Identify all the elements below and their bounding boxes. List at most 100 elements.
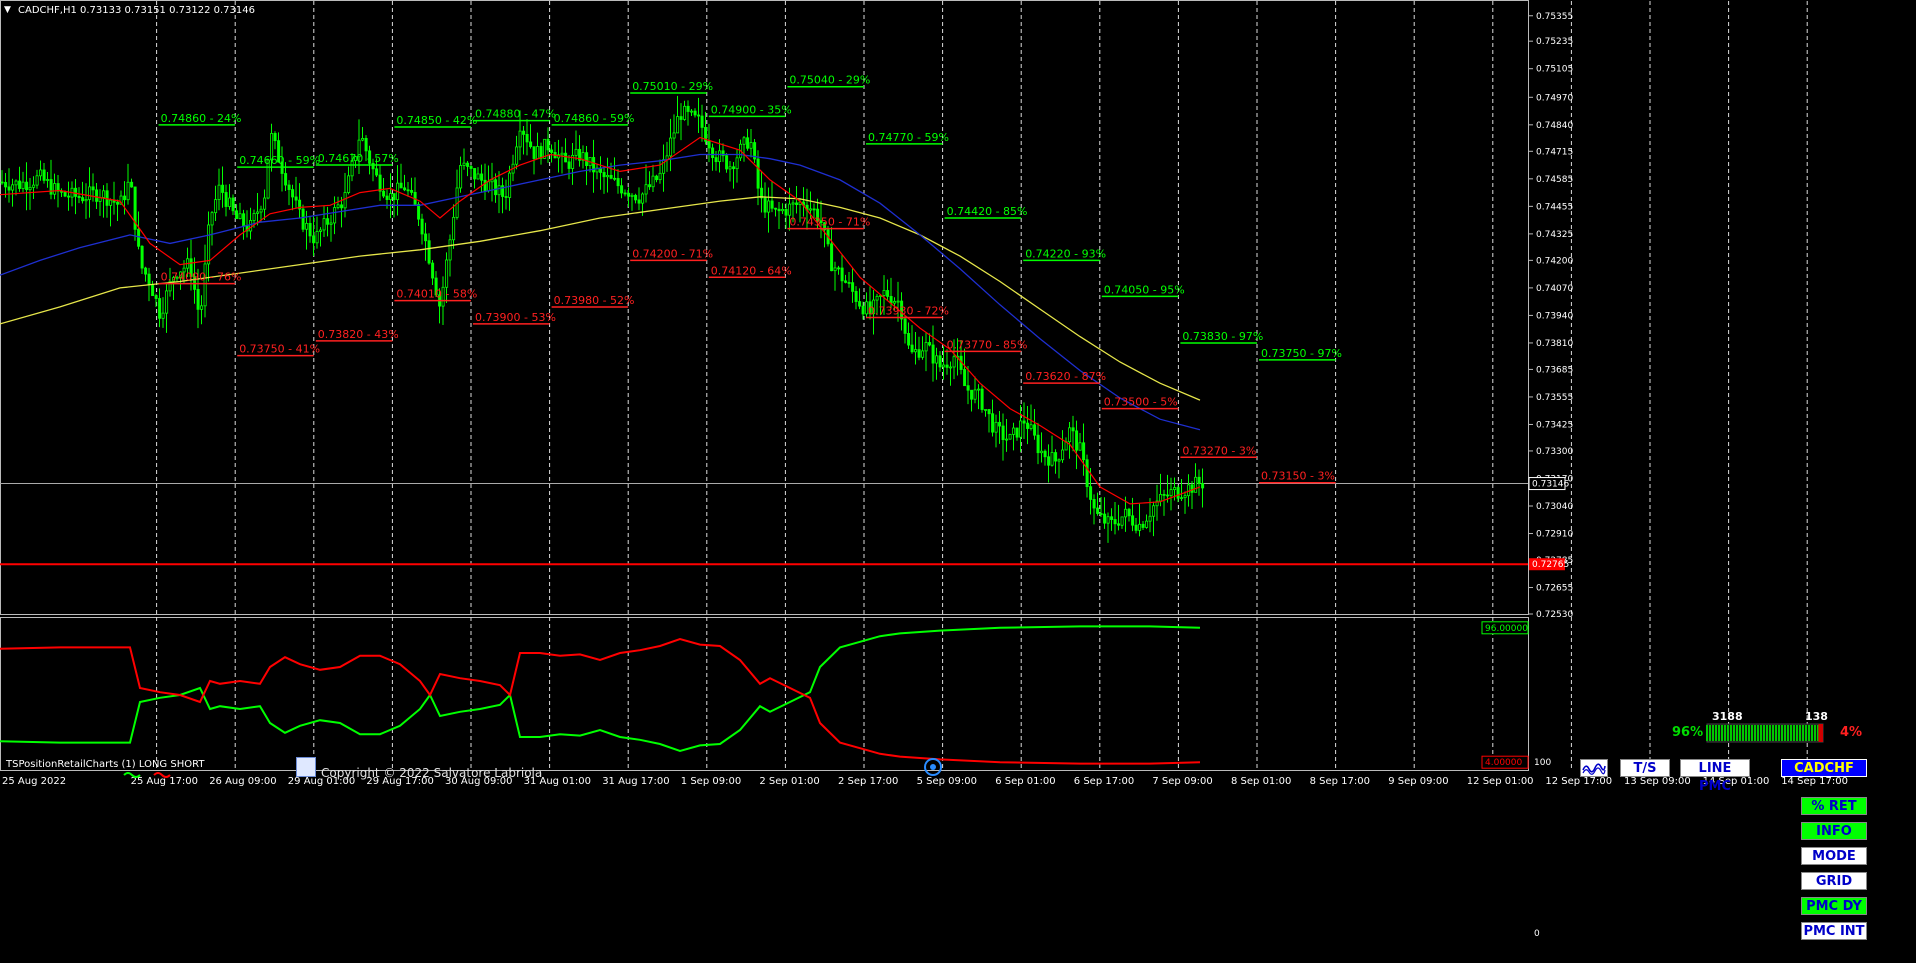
pmc-dy-button[interactable]: PMC DY: [1801, 897, 1867, 915]
time-label: 2 Sep 01:00: [759, 776, 819, 787]
level-green-label: 0.74860 - 24%: [161, 112, 242, 125]
candle-body: [700, 115, 704, 128]
long-value-text: 96.00000: [1485, 624, 1528, 634]
candle-body: [32, 184, 36, 188]
candle-body: [984, 409, 988, 411]
candle-body: [200, 305, 204, 310]
candle-body: [1008, 434, 1012, 440]
candle-body: [882, 290, 886, 296]
level-red-label: 0.73270 - 3%: [1182, 444, 1256, 457]
ts-button[interactable]: T/S: [1620, 759, 1670, 777]
price-label: 0.75105: [1536, 65, 1573, 75]
candle-body: [714, 157, 718, 163]
candle-body: [126, 181, 130, 201]
main-chart-frame: [0, 0, 1529, 615]
price-label: 0.74325: [1536, 230, 1573, 240]
price-label: 0.74585: [1536, 175, 1573, 185]
candle-body: [343, 192, 347, 209]
candle-body: [917, 349, 921, 358]
target-icon[interactable]: [924, 758, 942, 776]
level-green-label: 0.73750 - 97%: [1261, 347, 1342, 360]
candle-body: [1071, 427, 1075, 432]
candle-body: [809, 208, 813, 211]
window-menu-icon[interactable]: ▼: [4, 5, 11, 15]
candle-body: [322, 218, 326, 231]
time-label: 6 Sep 17:00: [1074, 776, 1134, 787]
candle-body: [1134, 524, 1138, 531]
candle-body: [1110, 516, 1114, 520]
candle-body: [641, 193, 645, 204]
info-button[interactable]: INFO: [1801, 822, 1867, 840]
price-label: 0.75355: [1536, 12, 1573, 22]
candle-body: [137, 228, 141, 247]
candle-body: [1145, 520, 1149, 528]
candle-body: [763, 197, 767, 213]
ret-button[interactable]: % RET: [1801, 797, 1867, 815]
candle-body: [952, 356, 956, 368]
candle-body: [532, 146, 536, 159]
line-pmc-button[interactable]: LINE PMC: [1680, 759, 1750, 794]
grid-button[interactable]: GRID: [1801, 872, 1867, 890]
candle-body: [224, 192, 228, 207]
candle-body: [326, 218, 330, 225]
candle-body: [1029, 424, 1033, 429]
candle-body: [644, 184, 648, 195]
wave-button[interactable]: [1580, 759, 1608, 777]
candle-body: [214, 199, 218, 214]
candle-body: [742, 137, 746, 145]
candle-body: [651, 175, 655, 188]
candle-body: [630, 194, 634, 197]
candle-body: [375, 168, 379, 176]
candle-body: [504, 196, 508, 198]
candle-body: [102, 190, 106, 198]
candle-body: [294, 196, 298, 201]
candle-body: [333, 207, 337, 224]
candle-body: [770, 200, 774, 209]
sub-axis-bottom: 0: [1534, 929, 1540, 939]
candle-body: [1026, 422, 1030, 429]
candle-body: [791, 202, 795, 205]
price-label: 0.73425: [1536, 420, 1573, 430]
candle-body: [1113, 519, 1117, 525]
trading-chart[interactable]: 25 Aug 2022 25 Aug 17:00 26 Aug 09:00 29 Au…: [0, 0, 1916, 963]
time-label: 7 Sep 09:00: [1152, 776, 1212, 787]
candle-body: [1078, 442, 1082, 451]
time-label: 6 Sep 01:00: [995, 776, 1055, 787]
candle-body: [287, 184, 291, 190]
price-label: 0.74970: [1536, 93, 1573, 103]
time-label: 31 Aug 17:00: [602, 776, 669, 787]
pmc-int-button[interactable]: PMC INT: [1801, 922, 1867, 940]
candle-body: [896, 300, 900, 303]
candle-body: [273, 133, 277, 142]
candle-body: [14, 180, 18, 186]
candle-body: [606, 174, 610, 178]
candle-body: [1089, 486, 1093, 500]
candle-body: [973, 389, 977, 400]
symbol-button[interactable]: CADCHF: [1781, 759, 1867, 777]
current-price-text: 0.73146: [1532, 480, 1569, 490]
candle-body: [84, 199, 88, 202]
candle-body: [686, 105, 690, 112]
candle-body: [256, 211, 260, 214]
candle-body: [35, 175, 39, 186]
candle-body: [1183, 495, 1187, 499]
candle-body: [697, 114, 701, 117]
candle-body: [634, 194, 638, 201]
level-green-label: 0.74670 - 57%: [318, 152, 399, 165]
candle-body: [154, 295, 158, 299]
candle-body: [928, 342, 932, 346]
mode-button[interactable]: MODE: [1801, 847, 1867, 865]
candle-body: [1166, 494, 1170, 497]
candle-body: [63, 191, 67, 197]
level-red-label: 0.74090 - 76%: [161, 271, 242, 284]
candle-body: [28, 186, 32, 191]
candle-body: [529, 141, 533, 148]
candle-body: [886, 290, 890, 297]
candle-body: [777, 208, 781, 212]
candle-body: [340, 204, 344, 209]
candle-body: [399, 182, 403, 189]
candle-body: [609, 174, 613, 179]
candle-body: [466, 162, 470, 167]
candle-body: [207, 224, 211, 265]
candle-body: [567, 161, 571, 169]
